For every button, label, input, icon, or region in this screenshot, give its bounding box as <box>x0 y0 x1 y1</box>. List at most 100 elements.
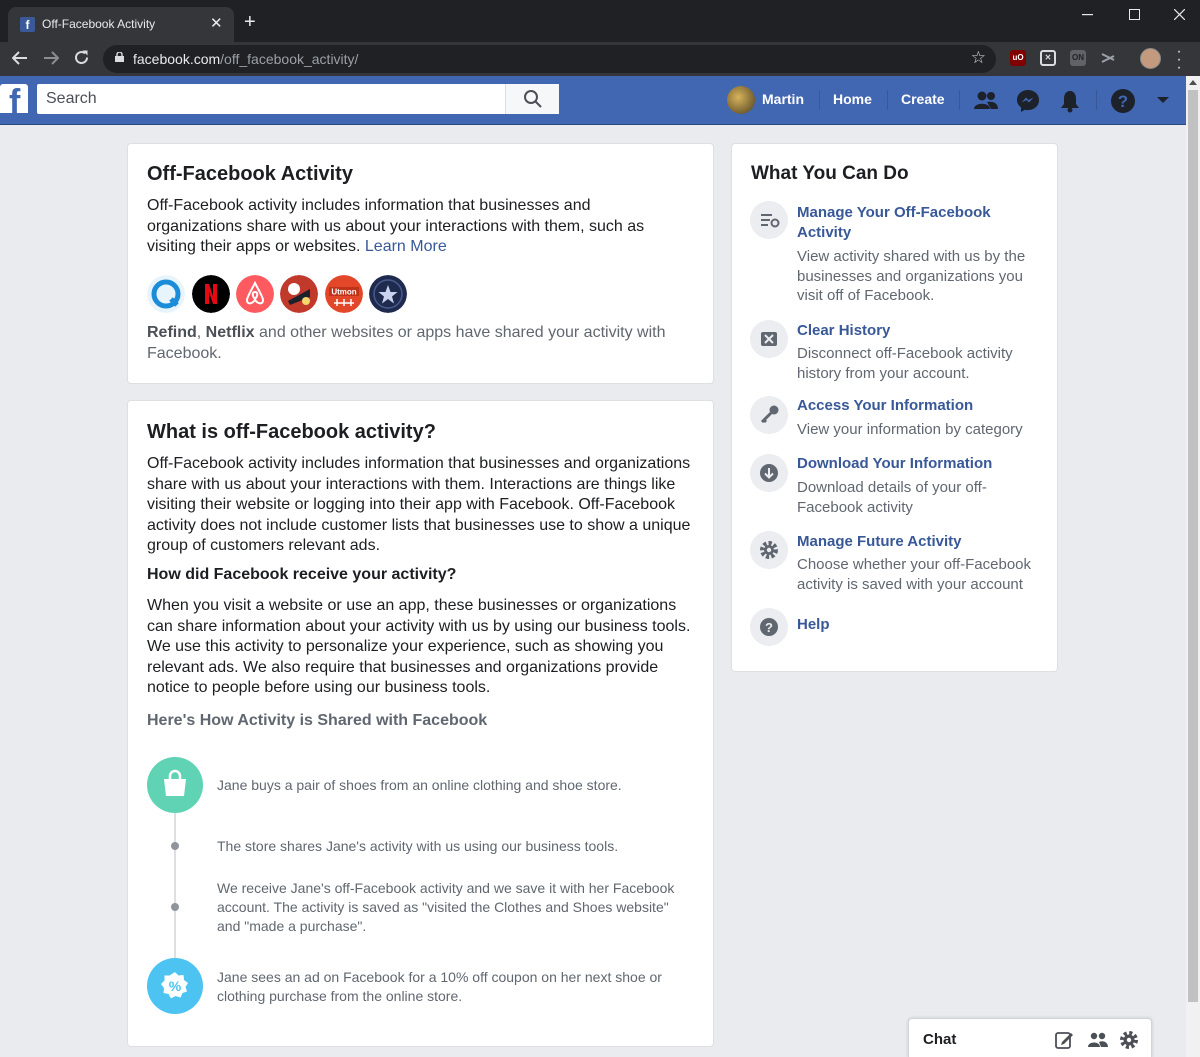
url-text: facebook.com/off_facebook_activity/ <box>133 51 358 67</box>
minimize-icon[interactable] <box>1082 14 1093 16</box>
browser-profile-avatar[interactable] <box>1140 48 1161 69</box>
compose-message-icon[interactable] <box>1054 1030 1074 1050</box>
action-access-info[interactable]: Access Your Information View your inform… <box>750 396 1040 446</box>
facebook-header: f Search Martin Home Create ? <box>0 76 1186 125</box>
close-window-icon[interactable] <box>1174 9 1185 20</box>
utmon-icon[interactable]: Utmon <box>325 275 363 313</box>
coupon-percent-icon: % <box>147 958 203 1014</box>
explain-card: What is off-Facebook activity? Off-Faceb… <box>127 400 714 1047</box>
action-manage-future[interactable]: Manage Future Activity Choose whether yo… <box>750 531 1040 593</box>
scroll-thumb[interactable] <box>1188 90 1198 1002</box>
flow-step-1: Jane buys a pair of shoes from an online… <box>217 777 622 793</box>
action-title[interactable]: Download Your Information <box>797 454 1037 474</box>
action-desc: View your information by category <box>797 421 1023 438</box>
maximize-icon[interactable] <box>1129 9 1140 20</box>
shared-app-netflix[interactable]: Netflix <box>206 324 255 341</box>
action-title[interactable]: Clear History <box>797 321 1037 341</box>
lock-icon <box>115 52 124 62</box>
key-icon <box>750 396 788 434</box>
reload-icon[interactable] <box>73 49 90 66</box>
summary-card-title: Off-Facebook Activity <box>147 163 353 185</box>
close-tab-icon[interactable]: ✕ <box>210 14 223 32</box>
avatar[interactable] <box>727 86 755 114</box>
shopping-bag-icon <box>147 757 203 813</box>
search-input[interactable]: Search <box>37 84 559 114</box>
messenger-icon[interactable] <box>1015 88 1041 114</box>
new-tab-button[interactable]: + <box>244 12 256 32</box>
facebook-favicon-icon: f <box>20 17 35 32</box>
browser-tab-strip: f Off-Facebook Activity ✕ + <box>0 0 1200 42</box>
flow-step-2: The store shares Jane's activity with us… <box>217 838 619 854</box>
action-desc: Choose whether your off-Facebook activit… <box>797 556 1032 593</box>
home-link[interactable]: Home <box>833 91 872 107</box>
back-icon[interactable] <box>12 50 28 66</box>
svg-text:?: ? <box>765 620 773 635</box>
search-placeholder: Search <box>46 90 97 107</box>
facebook-logo-icon[interactable]: f <box>0 84 28 113</box>
star-app-icon[interactable] <box>369 275 407 313</box>
tab-title: Off-Facebook Activity <box>42 17 156 31</box>
action-manage-activity[interactable]: Manage Your Off-Facebook Activity View a… <box>750 201 1040 311</box>
action-help[interactable]: ? Help <box>750 608 1040 648</box>
action-download-info[interactable]: Download Your Information Download detai… <box>750 454 1040 516</box>
action-title[interactable]: Help <box>797 615 1037 635</box>
svg-text:?: ? <box>1118 92 1128 111</box>
search-button[interactable] <box>505 84 559 114</box>
url-host: facebook.com <box>133 51 221 67</box>
scroll-up-icon[interactable] <box>1189 80 1197 85</box>
divider <box>1096 90 1097 110</box>
extension-scissors-icon[interactable] <box>1100 50 1116 66</box>
action-title[interactable]: Manage Your Off-Facebook Activity <box>797 203 1037 243</box>
summary-card: Off-Facebook Activity Off-Facebook activ… <box>127 143 714 384</box>
divider <box>959 90 960 110</box>
gear-icon <box>750 531 788 569</box>
browser-tab[interactable]: f Off-Facebook Activity ✕ <box>8 7 234 42</box>
clear-x-icon <box>750 320 788 358</box>
bookmark-star-icon[interactable]: ☆ <box>971 48 986 68</box>
action-clear-history[interactable]: Clear History Disconnect off-Facebook ac… <box>750 320 1040 382</box>
explain-paragraph-2: When you visit a website or use an app, … <box>147 597 691 696</box>
explain-subtitle: How did Facebook receive your activity? <box>147 566 457 583</box>
address-bar[interactable]: facebook.com/off_facebook_activity/ ☆ <box>103 45 996 73</box>
browser-toolbar: facebook.com/off_facebook_activity/ ☆ uO… <box>0 42 1200 76</box>
svg-text:%: % <box>169 978 182 994</box>
browser-menu-icon[interactable]: · · · <box>1176 44 1182 76</box>
chat-settings-gear-icon[interactable] <box>1119 1030 1139 1050</box>
chat-bar[interactable]: Chat <box>908 1018 1152 1057</box>
notifications-bell-icon[interactable] <box>1057 88 1083 114</box>
extension-box-icon[interactable]: ON <box>1070 50 1086 66</box>
forward-icon[interactable] <box>43 50 59 66</box>
friend-requests-icon[interactable] <box>973 88 999 114</box>
flow-heading: Here's How Activity is Shared with Faceb… <box>147 712 488 729</box>
action-desc: Disconnect off-Facebook activity history… <box>797 345 1013 382</box>
divider <box>819 90 820 110</box>
summary-description: Off-Facebook activity includes informati… <box>147 196 687 258</box>
game-app-icon[interactable] <box>280 275 318 313</box>
explain-card-title: What is off-Facebook activity? <box>147 421 436 443</box>
profile-link[interactable]: Martin <box>762 91 804 107</box>
netflix-icon[interactable] <box>192 275 230 313</box>
shared-app-separator: , <box>196 324 206 341</box>
help-icon: ? <box>750 608 788 646</box>
action-title[interactable]: Manage Future Activity <box>797 532 1037 552</box>
extension-x-icon[interactable]: ✕ <box>1040 50 1056 66</box>
action-title[interactable]: Access Your Information <box>797 396 1037 416</box>
help-question-icon[interactable]: ? <box>1110 88 1136 114</box>
page-scrollbar[interactable] <box>1186 76 1200 1057</box>
svg-text:Utmon: Utmon <box>331 288 356 297</box>
learn-more-link[interactable]: Learn More <box>365 238 447 255</box>
ublock-extension-icon[interactable]: uO <box>1010 50 1026 66</box>
divider <box>887 90 888 110</box>
manage-list-icon <box>750 201 788 239</box>
flow-dot <box>171 842 179 850</box>
refind-icon[interactable] <box>147 275 185 313</box>
shared-apps-text: Refind, Netflix and other websites or ap… <box>147 323 692 364</box>
create-link[interactable]: Create <box>901 91 945 107</box>
download-icon <box>750 454 788 492</box>
airbnb-icon[interactable] <box>236 275 274 313</box>
chat-label: Chat <box>923 1031 957 1048</box>
shared-app-refind[interactable]: Refind <box>147 324 197 341</box>
new-group-icon[interactable] <box>1087 1030 1109 1050</box>
account-menu-chevron-icon[interactable] <box>1153 90 1173 110</box>
explain-paragraph-1: Off-Facebook activity includes informati… <box>147 455 691 554</box>
